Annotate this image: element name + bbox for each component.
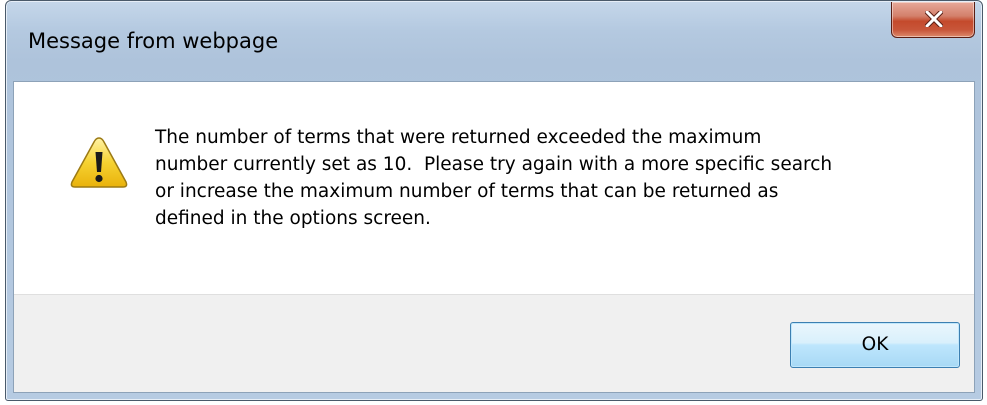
dialog-window: Message from webpage The number of terms… (5, 0, 983, 401)
message-text: The number of terms that were returned e… (155, 127, 833, 229)
message-area: The number of terms that were returned e… (14, 82, 974, 294)
title-bar[interactable]: Message from webpage (6, 1, 982, 81)
dialog-body: The number of terms that were returned e… (13, 81, 975, 393)
warning-icon (70, 137, 128, 188)
close-button[interactable] (891, 2, 975, 38)
ok-button[interactable]: OK (790, 322, 960, 368)
dialog-title: Message from webpage (28, 29, 279, 53)
button-bar: OK (14, 294, 974, 392)
close-icon (925, 11, 943, 27)
